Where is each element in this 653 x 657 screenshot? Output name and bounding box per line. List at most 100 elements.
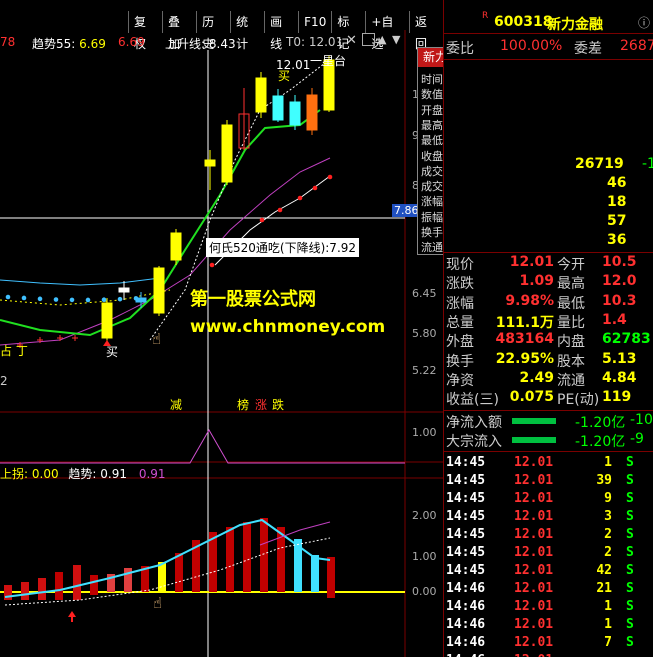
downline-dot	[327, 174, 333, 180]
tick-price: 12.01	[514, 455, 554, 470]
popup-row-label: 涨幅	[421, 195, 443, 209]
settings-gear-icon[interactable]	[362, 33, 375, 46]
tick-price: 12.01	[514, 635, 554, 650]
tick-row: 14:46 12.01 1 S	[444, 617, 653, 635]
up-chevron-icon[interactable]: ▲	[378, 33, 386, 46]
tick-side: S	[626, 527, 634, 542]
quote-row: 涨幅 9.98% 最低 10.3	[444, 293, 653, 312]
tick-side: S	[626, 455, 634, 470]
bottom-char-zhang: 涨	[255, 398, 268, 412]
tick-row: 14:46 12.01 21 S	[444, 581, 653, 599]
bid-ratio-value: 100.00%	[500, 38, 563, 54]
candle-body	[170, 232, 182, 261]
uptrend-value: 8.43	[208, 37, 236, 51]
tick-side: S	[626, 635, 634, 650]
watermark-url: www.chnmoney.com	[190, 317, 386, 337]
trend-value: 6.69	[79, 37, 106, 51]
tick-price: 12.01	[514, 653, 553, 657]
quote-row: 涨跌 1.09 最高 12.0	[444, 273, 653, 292]
downline-dot	[259, 217, 265, 223]
tick-volume: 1	[604, 599, 612, 614]
tick-price: 12.01	[514, 563, 554, 578]
toolbar-button-5[interactable]: F10	[298, 11, 331, 33]
quote-label-2: 最低	[557, 295, 585, 312]
curve-dot	[53, 297, 59, 302]
downline-dot	[312, 185, 318, 191]
flow-right: -9	[630, 431, 644, 447]
t0-value: 12.01	[308, 35, 344, 49]
trend-label-text: 趋势55:	[32, 37, 76, 51]
quote-value: 111.1万	[495, 314, 554, 331]
quote-value: 12.01	[509, 254, 554, 270]
quote-value-2: 4.84	[602, 369, 637, 386]
toolbar-button-7[interactable]: +自选	[365, 11, 409, 51]
tick-row: 14:45 12.01 42 S	[444, 563, 653, 581]
quote-label: 涨幅	[446, 295, 474, 312]
tick-side: S	[626, 545, 634, 560]
tick-time: 14:46	[446, 635, 486, 650]
tick-volume: 1	[604, 617, 612, 632]
quote-row: 外盘 483164 内盘 62783	[444, 331, 653, 350]
tick-row: 14:45 12.01 3 S	[444, 509, 653, 527]
info-icon[interactable]: ⓘ	[638, 14, 650, 31]
candle-body	[221, 124, 233, 183]
curve-dot	[133, 296, 139, 301]
flow-bar	[512, 418, 556, 424]
downline-dot	[297, 195, 303, 201]
quote-label: 收益(三)	[446, 392, 499, 409]
lower-axis-200: 2.00	[412, 509, 437, 522]
flow-row: 大宗流入 -1.20亿 -9	[444, 431, 653, 450]
indicator-bar	[90, 575, 98, 595]
tick-volume: 2	[604, 527, 612, 542]
candle-body	[306, 94, 318, 131]
tooltip-down-line: 何氏520通吃(下降线):7.92	[206, 238, 360, 257]
quote-value-2: 5.13	[602, 350, 637, 367]
toolbar-button-2[interactable]: 历史	[196, 11, 230, 51]
bid-ratio-label: 委比	[446, 41, 474, 57]
tick-price: 12.01	[514, 545, 554, 560]
indicator-bar	[21, 582, 29, 600]
flow-label: 净流入额	[446, 415, 502, 431]
kline-chart-area[interactable]: 复权 叠加 历史 统计 画线 F10 标记 +自选 返回 78 趋势55: 6.69 6.69 …	[0, 0, 443, 657]
tick-price: 12.01	[514, 599, 554, 614]
toolbar-button-0[interactable]: 复权	[128, 11, 162, 51]
quote-row: 换手 22.95% 股本 5.13	[444, 351, 653, 370]
order-volume: 18	[607, 194, 627, 210]
order-volume: 26719	[575, 156, 624, 172]
quote-value-2: 10.3	[602, 292, 637, 309]
hand-cursor-icon-lower: ☝	[153, 594, 163, 612]
down-chevron-icon[interactable]: ▼	[392, 33, 400, 46]
quote-label: 净资	[446, 372, 474, 389]
candle-body	[272, 95, 284, 121]
settings-x-icon[interactable]: ✕	[346, 33, 357, 48]
tick-row: 14:46 12.01 1 S	[444, 599, 653, 617]
tick-row: 14:45 12.01 9 S	[444, 491, 653, 509]
quote-value: 483164	[495, 331, 554, 348]
quote-label-2: 今开	[557, 257, 585, 273]
candle-body	[101, 302, 113, 339]
flow-right: -10	[630, 412, 653, 428]
quote-label-2: 内盘	[557, 334, 585, 351]
tick-side: S	[626, 599, 634, 614]
tick-time: 14:45	[446, 473, 486, 488]
lower-value3: 0.91	[138, 467, 166, 481]
toolbar-button-4[interactable]: 画线	[264, 11, 298, 51]
quote-label: 外盘	[446, 334, 474, 351]
quote-value-2: 12.0	[602, 273, 637, 290]
top-mark-label: 一星台	[310, 54, 347, 68]
toolbar-button-1[interactable]: 叠加	[162, 11, 196, 51]
lower-value2: 0.91	[100, 467, 128, 481]
lower-header: 上拐: 0.00 趋势: 0.91 0.91	[0, 465, 166, 482]
toolbar-button-3[interactable]: 统计	[230, 11, 264, 51]
axis-label-580: 5.80	[412, 327, 437, 340]
quote-row: 净资 2.49 流通 4.84	[444, 370, 653, 389]
toolbar-button-6[interactable]: 标记	[331, 11, 365, 51]
quote-value-2: 62783	[602, 331, 651, 348]
tick-volume: 21	[596, 581, 612, 596]
curve-dot	[5, 294, 11, 300]
hand-cursor-icon: ☝	[152, 330, 162, 348]
toolbar-button-8[interactable]: 返回	[409, 11, 443, 51]
trend-label: 趋势55: 6.69	[32, 35, 106, 52]
tick-price: 12.01	[514, 617, 554, 632]
bottom-char-bang: 榜	[237, 398, 250, 412]
